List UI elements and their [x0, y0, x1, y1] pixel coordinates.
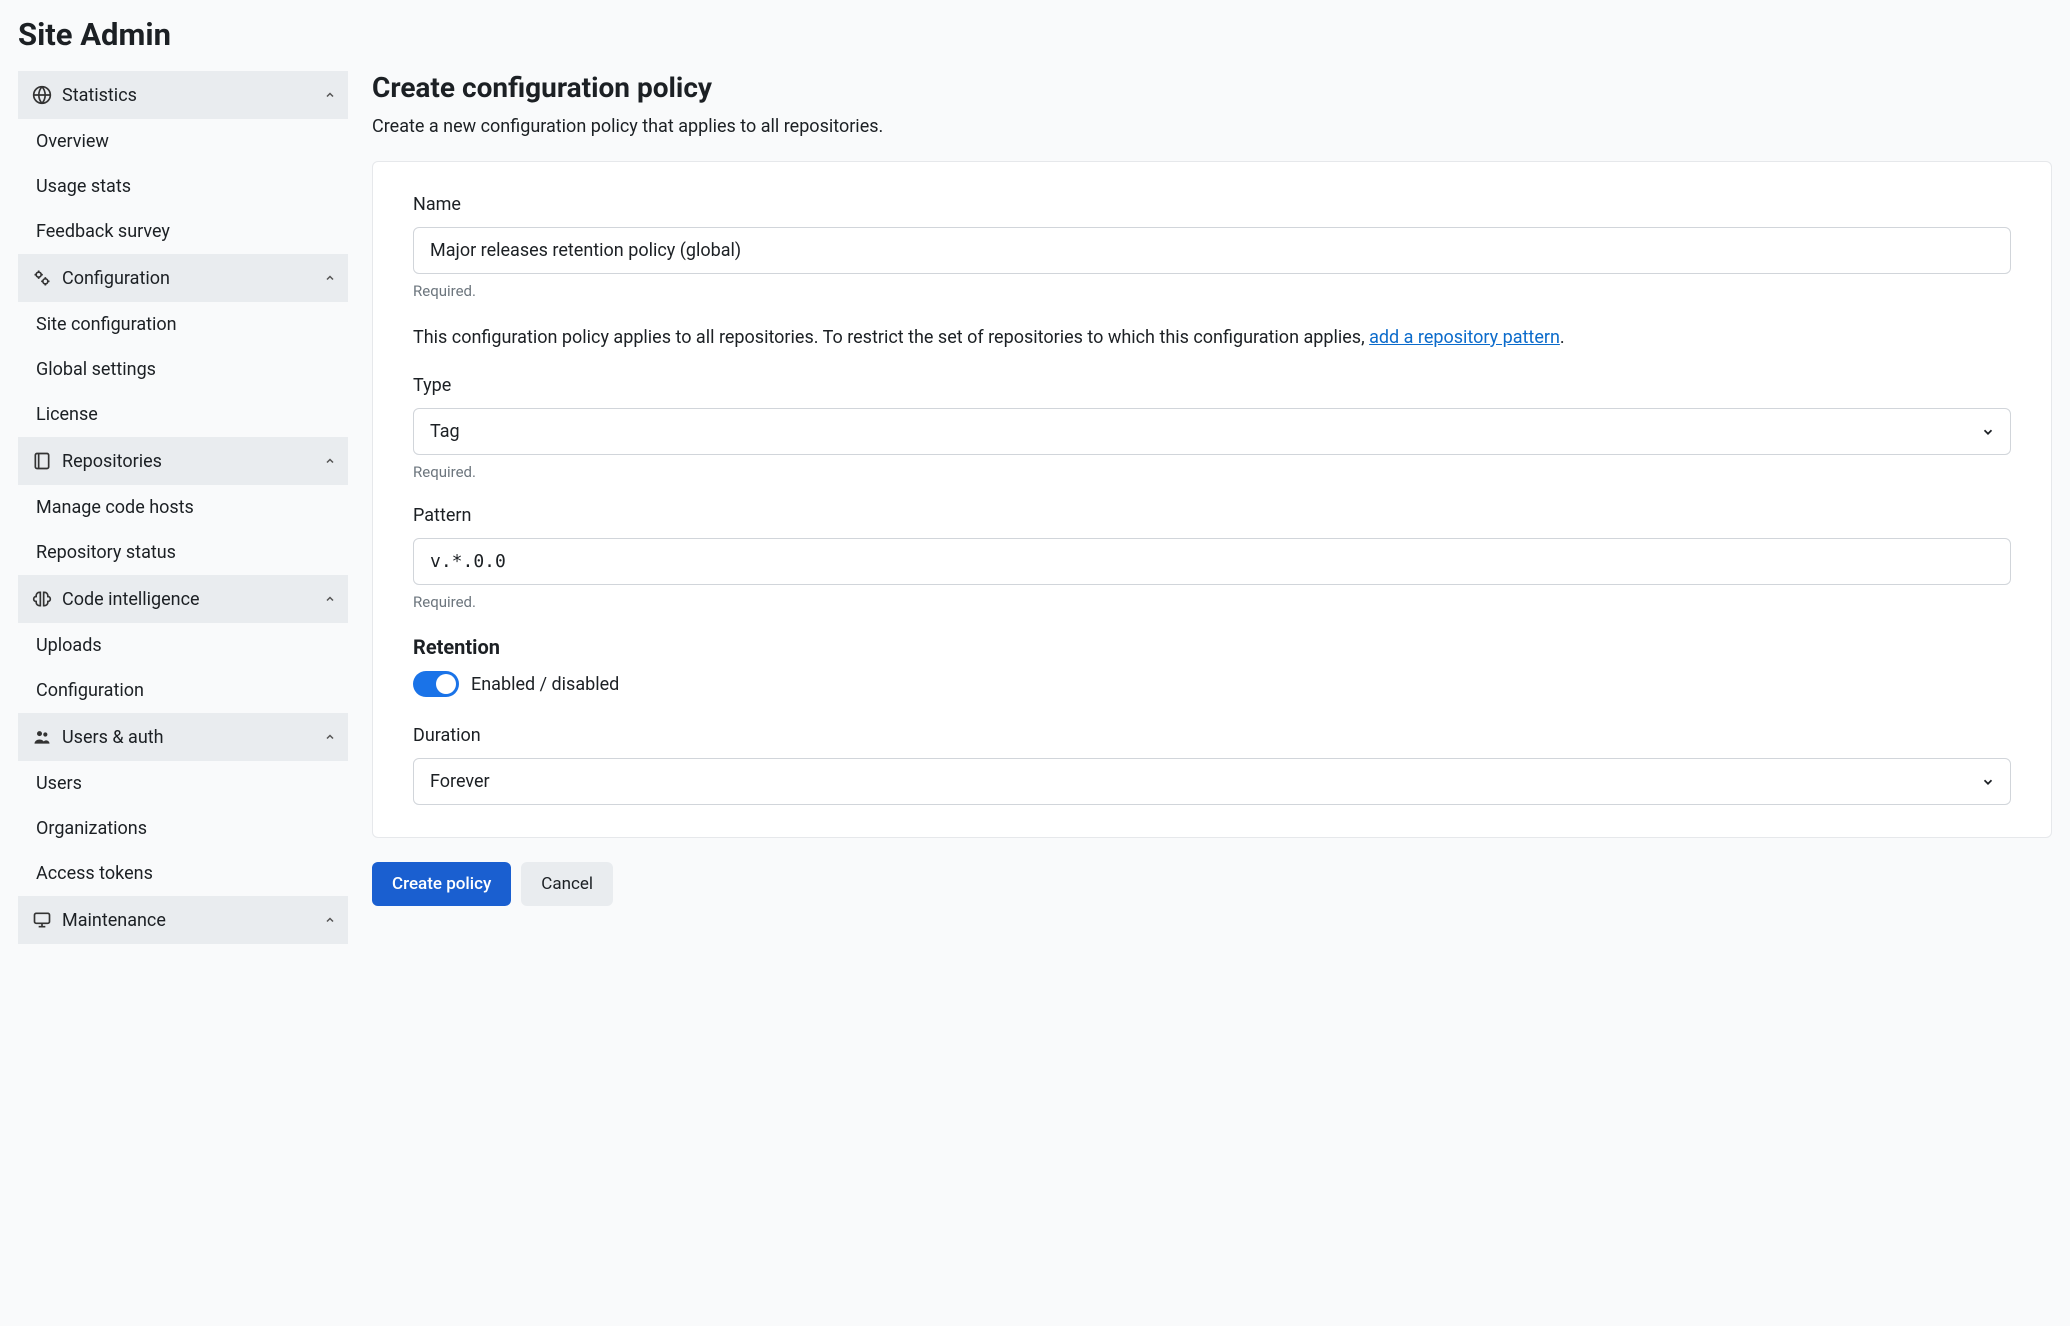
desc-suffix: . — [1560, 327, 1565, 348]
name-input[interactable] — [413, 227, 2011, 274]
chevron-up-icon — [324, 593, 336, 605]
add-repository-pattern-link[interactable]: add a repository pattern — [1369, 327, 1560, 348]
chevron-up-icon — [324, 731, 336, 743]
sidebar-item-access-tokens[interactable]: Access tokens — [18, 851, 348, 896]
type-required-text: Required. — [413, 463, 2011, 481]
name-required-text: Required. — [413, 282, 2011, 300]
sidebar-item-manage-code-hosts[interactable]: Manage code hosts — [18, 485, 348, 530]
monitor-icon — [30, 908, 54, 932]
sidebar-item-site-configuration[interactable]: Site configuration — [18, 302, 348, 347]
chevron-up-icon — [324, 455, 336, 467]
pattern-label: Pattern — [413, 505, 2011, 526]
cancel-button[interactable]: Cancel — [521, 862, 613, 906]
sidebar-item-global-settings[interactable]: Global settings — [18, 347, 348, 392]
sidebar-item-overview[interactable]: Overview — [18, 119, 348, 164]
main-content: Create configuration policy Create a new… — [372, 71, 2052, 944]
duration-select[interactable]: Forever — [413, 758, 2011, 805]
retention-toggle-label: Enabled / disabled — [471, 674, 619, 695]
pattern-input[interactable] — [413, 538, 2011, 585]
sidebar-item-license[interactable]: License — [18, 392, 348, 437]
users-icon — [30, 725, 54, 749]
main-heading: Create configuration policy — [372, 71, 2052, 104]
sidebar-section-repositories[interactable]: Repositories — [18, 437, 348, 485]
globe-icon — [30, 83, 54, 107]
sidebar-item-usage-stats[interactable]: Usage stats — [18, 164, 348, 209]
duration-label: Duration — [413, 725, 2011, 746]
sidebar-section-label: Statistics — [62, 85, 137, 106]
desc-prefix: This configuration policy applies to all… — [413, 327, 1369, 348]
retention-toggle[interactable] — [413, 671, 459, 697]
gears-icon — [30, 266, 54, 290]
sidebar-item-uploads[interactable]: Uploads — [18, 623, 348, 668]
chevron-up-icon — [324, 272, 336, 284]
chevron-up-icon — [324, 89, 336, 101]
sidebar-section-maintenance[interactable]: Maintenance — [18, 896, 348, 944]
sidebar-section-configuration[interactable]: Configuration — [18, 254, 348, 302]
sidebar-section-code-intelligence[interactable]: Code intelligence — [18, 575, 348, 623]
sidebar-item-feedback-survey[interactable]: Feedback survey — [18, 209, 348, 254]
pattern-required-text: Required. — [413, 593, 2011, 611]
brain-icon — [30, 587, 54, 611]
sidebar-section-label: Maintenance — [62, 910, 166, 931]
sidebar-section-label: Code intelligence — [62, 589, 200, 610]
type-select[interactable]: Tag — [413, 408, 2011, 455]
sidebar: Statistics Overview Usage stats Feedback… — [18, 71, 348, 944]
sidebar-item-configuration[interactable]: Configuration — [18, 668, 348, 713]
create-policy-button[interactable]: Create policy — [372, 862, 511, 906]
chevron-up-icon — [324, 914, 336, 926]
sidebar-section-users-auth[interactable]: Users & auth — [18, 713, 348, 761]
form-card: Name Required. This configuration policy… — [372, 161, 2052, 838]
sidebar-section-label: Repositories — [62, 451, 162, 472]
type-label: Type — [413, 375, 2011, 396]
sidebar-item-users[interactable]: Users — [18, 761, 348, 806]
page-title: Site Admin — [18, 16, 2052, 53]
toggle-knob — [436, 674, 456, 694]
retention-heading: Retention — [413, 635, 2011, 659]
sidebar-item-repository-status[interactable]: Repository status — [18, 530, 348, 575]
sidebar-section-label: Users & auth — [62, 727, 164, 748]
sidebar-section-label: Configuration — [62, 268, 170, 289]
sidebar-section-statistics[interactable]: Statistics — [18, 71, 348, 119]
main-subtitle: Create a new configuration policy that a… — [372, 116, 2052, 137]
policy-description: This configuration policy applies to all… — [413, 324, 2011, 351]
repo-icon — [30, 449, 54, 473]
sidebar-item-organizations[interactable]: Organizations — [18, 806, 348, 851]
name-label: Name — [413, 194, 2011, 215]
